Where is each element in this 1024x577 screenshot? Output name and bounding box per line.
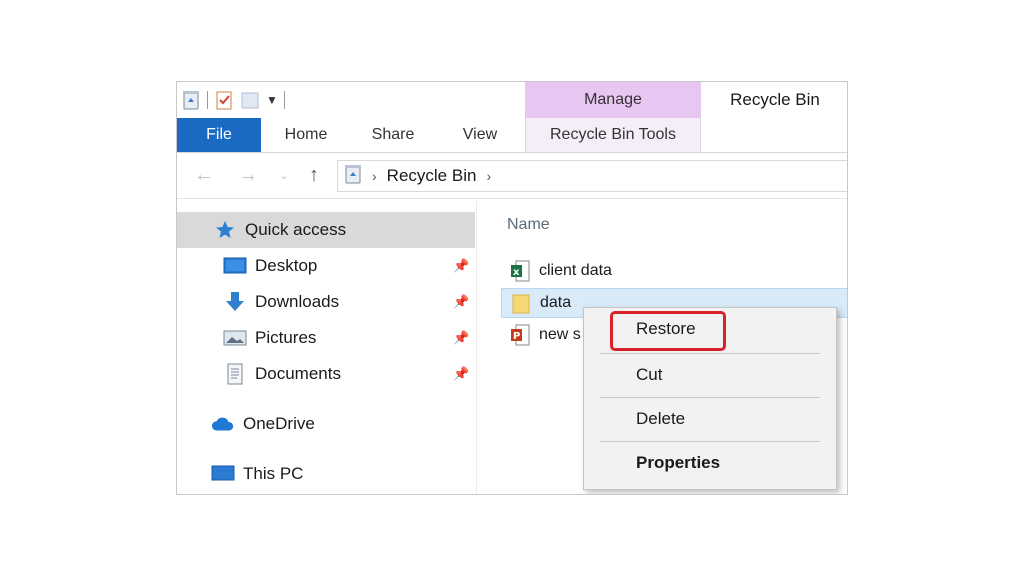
recycle-bin-icon[interactable] bbox=[181, 90, 201, 110]
menu-item-cut[interactable]: Cut bbox=[584, 356, 836, 394]
tab-home[interactable]: Home bbox=[261, 118, 351, 152]
desktop-icon bbox=[223, 255, 247, 277]
menu-separator bbox=[600, 353, 820, 354]
sidebar-item-desktop[interactable]: Desktop 📌 bbox=[177, 248, 475, 284]
file-name: client data bbox=[539, 262, 612, 279]
sidebar-item-label: OneDrive bbox=[243, 414, 315, 433]
sidebar-item-label: Documents bbox=[255, 364, 341, 383]
sidebar-item-label: Downloads bbox=[255, 292, 340, 311]
sidebar-item-downloads[interactable]: Downloads 📌 bbox=[177, 284, 475, 320]
powerpoint-icon: P bbox=[509, 323, 531, 347]
window-title: Recycle Bin bbox=[730, 90, 820, 109]
properties-check-icon[interactable] bbox=[214, 90, 234, 110]
cloud-icon bbox=[211, 413, 235, 435]
new-folder-icon[interactable] bbox=[240, 90, 260, 110]
tab-share[interactable]: Share bbox=[351, 118, 435, 152]
navigation-bar: ← → ⌄ ↑ › Recycle Bin › bbox=[177, 153, 847, 199]
tab-recycle-bin-tools[interactable]: Recycle Bin Tools bbox=[525, 118, 701, 152]
file-explorer-window: ▼ Manage Recycle Bin File Home Share Vie… bbox=[176, 81, 848, 495]
sidebar-item-this-pc[interactable]: This PC bbox=[177, 456, 475, 492]
sidebar-item-label: This PC bbox=[243, 464, 304, 483]
star-icon bbox=[213, 219, 237, 241]
download-icon bbox=[223, 291, 247, 313]
tab-view[interactable]: View bbox=[435, 118, 525, 152]
excel-icon: x bbox=[509, 259, 531, 283]
pin-icon[interactable]: 📌 bbox=[453, 366, 469, 382]
navigation-pane: Quick access Desktop 📌 Downloads 📌 Pictu… bbox=[177, 200, 477, 494]
sidebar-item-onedrive[interactable]: OneDrive bbox=[177, 406, 475, 442]
recent-locations-chevron-icon[interactable]: ⌄ bbox=[277, 164, 291, 186]
menu-separator bbox=[600, 441, 820, 442]
menu-item-restore[interactable]: Restore bbox=[584, 310, 836, 348]
folder-icon bbox=[510, 291, 532, 315]
context-menu: Restore Cut Delete Properties bbox=[583, 307, 837, 490]
svg-text:P: P bbox=[513, 331, 520, 342]
forward-arrow-icon[interactable]: → bbox=[237, 164, 259, 186]
file-name: data bbox=[540, 294, 572, 311]
sidebar-item-quick-access[interactable]: Quick access bbox=[177, 212, 475, 248]
breadcrumb-recycle-bin[interactable]: Recycle Bin bbox=[387, 166, 477, 186]
breadcrumb-chevron-icon[interactable]: › bbox=[372, 168, 377, 184]
tab-file[interactable]: File bbox=[177, 118, 261, 152]
menu-separator bbox=[600, 397, 820, 398]
ribbon-tabs: File Home Share View Recycle Bin Tools bbox=[177, 118, 847, 153]
documents-icon bbox=[223, 363, 247, 385]
sidebar-item-label: Desktop bbox=[255, 256, 318, 275]
file-row[interactable]: x client data bbox=[501, 256, 847, 286]
menu-item-properties[interactable]: Properties bbox=[584, 444, 836, 482]
svg-text:x: x bbox=[513, 267, 520, 278]
menu-item-delete[interactable]: Delete bbox=[584, 400, 836, 438]
manage-contextual-tab[interactable]: Manage bbox=[525, 82, 701, 118]
back-arrow-icon[interactable]: ← bbox=[193, 164, 215, 186]
address-bar[interactable]: › Recycle Bin › bbox=[337, 160, 847, 192]
quick-access-toolbar: ▼ bbox=[177, 82, 525, 118]
pin-icon[interactable]: 📌 bbox=[453, 258, 469, 274]
pin-icon[interactable]: 📌 bbox=[453, 294, 469, 310]
recycle-bin-icon bbox=[344, 164, 362, 189]
sidebar-item-pictures[interactable]: Pictures 📌 bbox=[177, 320, 475, 356]
toolbar-separator bbox=[283, 91, 285, 109]
up-arrow-icon[interactable]: ↑ bbox=[303, 164, 325, 186]
file-name: new s bbox=[539, 326, 581, 343]
computer-icon bbox=[211, 463, 235, 485]
breadcrumb-chevron-icon[interactable]: › bbox=[486, 168, 491, 184]
toolbar-separator bbox=[207, 91, 208, 109]
pin-icon[interactable]: 📌 bbox=[453, 330, 469, 346]
sidebar-item-label: Quick access bbox=[245, 220, 347, 239]
column-header-name[interactable]: Name bbox=[507, 216, 550, 234]
customize-toolbar-icon[interactable]: ▼ bbox=[266, 93, 278, 107]
sidebar-item-label: Pictures bbox=[255, 328, 317, 347]
pictures-icon bbox=[223, 327, 247, 349]
sidebar-item-documents[interactable]: Documents 📌 bbox=[177, 356, 475, 392]
